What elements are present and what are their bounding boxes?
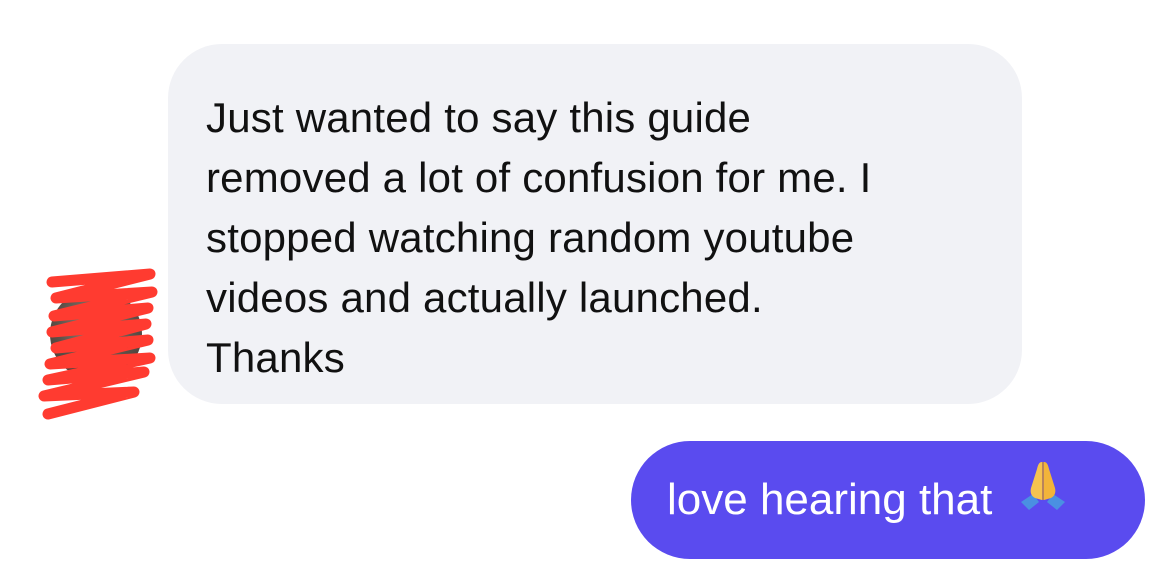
chat-thread: Just wanted to say this guide removed a … <box>0 0 1170 580</box>
incoming-message-bubble[interactable]: Just wanted to say this guide removed a … <box>168 44 1022 404</box>
outgoing-message-bubble[interactable]: love hearing that <box>631 441 1145 559</box>
outgoing-message-text: love hearing that <box>667 475 993 524</box>
incoming-message-text: Just wanted to say this guide removed a … <box>206 94 872 381</box>
sender-avatar-redacted[interactable] <box>38 268 158 428</box>
redaction-scribble <box>38 268 158 420</box>
folded-hands-icon <box>1015 439 1071 557</box>
